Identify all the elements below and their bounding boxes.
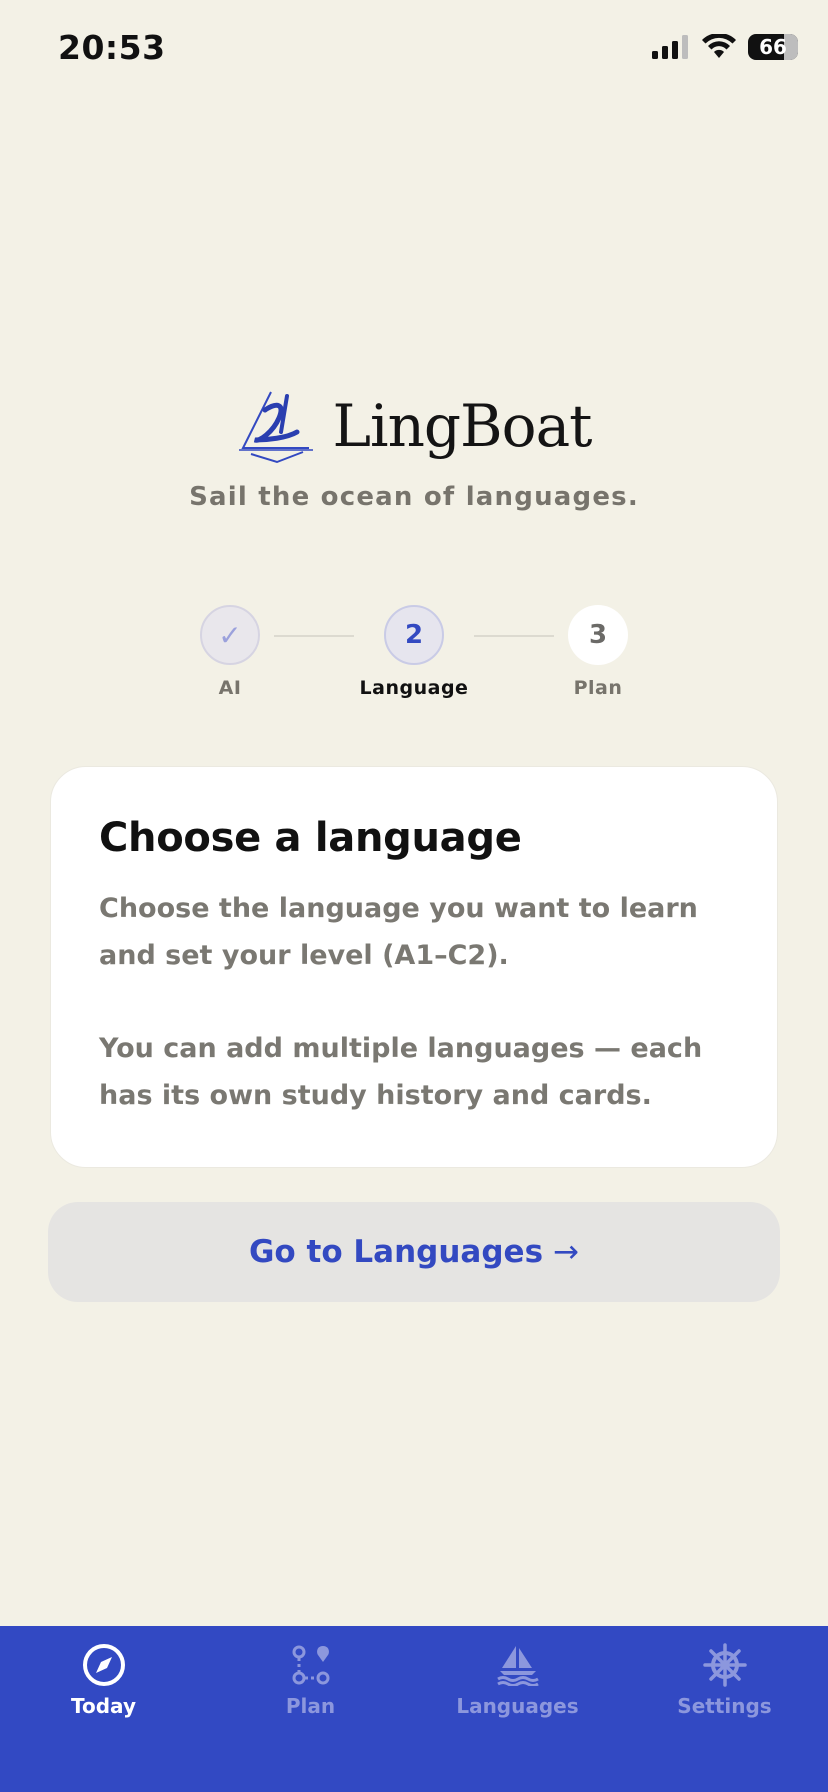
step-number: 3	[568, 605, 628, 665]
onboarding-stepper: ✓ AI 2 Language 3 Plan	[0, 605, 828, 705]
card-description: Choose the language you want to learn an…	[99, 893, 698, 971]
tab-languages[interactable]: Languages	[414, 1640, 621, 1718]
status-bar: 20:53 66	[0, 0, 828, 100]
tab-today[interactable]: Today	[0, 1640, 207, 1718]
ship-wheel-icon	[702, 1643, 747, 1687]
tab-label: Languages	[456, 1694, 579, 1718]
compass-icon	[82, 1644, 125, 1686]
lingboat-logo-icon	[238, 391, 313, 464]
battery-indicator: 66	[748, 34, 798, 60]
card-title: Choose a language	[99, 815, 522, 861]
brand-header: LingBoat	[0, 388, 828, 464]
card-note: You can add multiple languages — each ha…	[99, 1033, 703, 1111]
step-language: 2 Language	[344, 605, 484, 699]
button-label: Go to Languages	[248, 1234, 544, 1270]
status-time: 20:53	[58, 28, 166, 67]
step-label: AI	[218, 677, 242, 699]
tab-label: Today	[71, 1694, 136, 1718]
route-icon	[292, 1645, 329, 1685]
step-label: Plan	[573, 677, 623, 699]
step-check-icon: ✓	[200, 605, 260, 665]
brand-name: LingBoat	[332, 392, 593, 460]
step-ai: ✓ AI	[160, 605, 300, 699]
tab-settings[interactable]: Settings	[621, 1640, 828, 1718]
battery-level: 66	[759, 35, 787, 59]
step-number: 2	[384, 605, 444, 665]
go-to-languages-button[interactable]: Go to Languages →	[48, 1202, 780, 1302]
sailboat-icon	[496, 1646, 539, 1686]
brand-tagline: Sail the ocean of languages.	[189, 482, 639, 512]
tab-label: Settings	[677, 1694, 772, 1718]
arrow-right-icon: →	[553, 1234, 579, 1270]
tab-plan[interactable]: Plan	[207, 1640, 414, 1718]
cellular-signal-icon	[652, 35, 688, 59]
tab-bar: Today Plan Languages Settings	[0, 1626, 828, 1792]
wifi-icon	[702, 34, 736, 58]
info-card: Choose a language Choose the language yo…	[50, 766, 778, 1168]
step-plan: 3 Plan	[528, 605, 668, 699]
step-label: Language	[359, 677, 469, 699]
tab-label: Plan	[285, 1694, 336, 1718]
status-icons: 66	[652, 34, 798, 60]
